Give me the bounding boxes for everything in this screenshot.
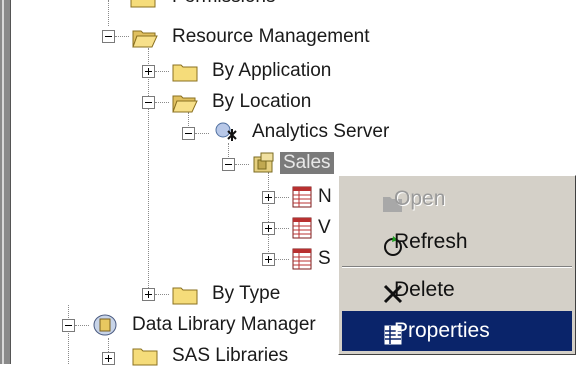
expand-toggle[interactable] xyxy=(262,253,275,266)
menu-separator xyxy=(342,266,572,268)
collapse-toggle[interactable] xyxy=(182,127,195,140)
tree-line xyxy=(235,164,249,165)
collapse-toggle[interactable] xyxy=(222,158,235,171)
tree-line xyxy=(275,228,289,229)
context-menu: Open Refresh Delete Properties xyxy=(338,175,576,355)
menu-item-open[interactable]: Open xyxy=(342,179,572,219)
folder-icon xyxy=(172,283,198,305)
expand-toggle[interactable] xyxy=(142,65,155,78)
application-server-icon xyxy=(252,152,276,174)
collapse-toggle[interactable] xyxy=(62,319,75,332)
tree-line xyxy=(68,305,69,364)
tree-item-resource-management[interactable]: Resource Management xyxy=(172,26,370,48)
tree-line xyxy=(115,36,129,37)
collapse-toggle[interactable] xyxy=(142,96,155,109)
tree-line xyxy=(268,172,269,260)
folder-icon xyxy=(132,344,158,366)
menu-item-properties[interactable]: Properties xyxy=(342,311,572,351)
tree-line xyxy=(155,71,169,72)
expand-toggle[interactable] xyxy=(262,191,275,204)
server-icon xyxy=(214,121,240,145)
tree-line xyxy=(195,133,209,134)
expand-toggle[interactable] xyxy=(142,288,155,301)
open-folder-icon xyxy=(172,91,198,113)
tree-item-child[interactable]: S xyxy=(318,248,331,270)
library-icon xyxy=(92,313,118,337)
tree-item-child[interactable]: V xyxy=(318,217,331,239)
tree-line xyxy=(275,259,289,260)
tree-line xyxy=(155,294,169,295)
table-icon xyxy=(292,217,312,239)
collapse-toggle[interactable] xyxy=(102,30,115,43)
menu-item-refresh[interactable]: Refresh xyxy=(342,222,572,262)
tree-item-sales[interactable]: Sales xyxy=(280,152,334,174)
folder-icon xyxy=(172,60,198,82)
tree-item-by-application[interactable]: By Application xyxy=(212,60,331,82)
expand-toggle[interactable] xyxy=(102,352,115,365)
panel-border xyxy=(0,0,11,364)
folder-icon xyxy=(130,0,156,8)
tree-item-permissions[interactable]: Permissions xyxy=(172,0,275,8)
tree-item-child[interactable]: N xyxy=(318,186,332,208)
tree-line xyxy=(155,102,169,103)
open-folder-icon xyxy=(132,26,158,48)
tree-item-by-type[interactable]: By Type xyxy=(212,283,280,305)
table-icon xyxy=(292,186,312,208)
tree-line xyxy=(75,325,89,326)
tree-line xyxy=(108,0,109,26)
tree-item-by-location[interactable]: By Location xyxy=(212,91,311,113)
tree-item-analytics-server[interactable]: Analytics Server xyxy=(252,121,389,143)
tree-item-data-library-manager[interactable]: Data Library Manager xyxy=(132,314,316,336)
tree-line xyxy=(275,197,289,198)
tree-line xyxy=(148,48,149,296)
menu-item-delete[interactable]: Delete xyxy=(342,270,572,310)
table-icon xyxy=(292,248,312,270)
expand-toggle[interactable] xyxy=(262,222,275,235)
